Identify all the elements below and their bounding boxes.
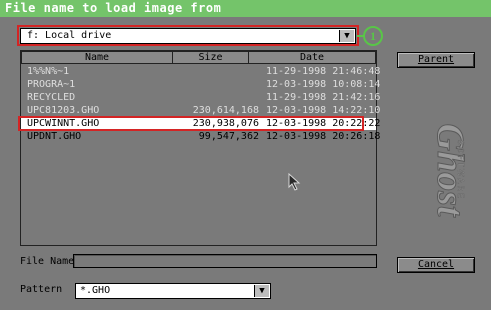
file-name-cell: PROGRA~1: [27, 79, 76, 90]
file-date-cell: 12-03-1998 10:08:14: [266, 79, 381, 90]
title-bar: File name to load image from: [0, 0, 491, 18]
file-name-input[interactable]: [73, 254, 377, 268]
file-date-cell: 11-29-1998 21:46:48: [266, 66, 381, 77]
file-date-cell: 12-03-1998 20:22:22: [266, 118, 381, 129]
parent-button[interactable]: Parent: [397, 52, 475, 68]
callout-marker: 1: [363, 26, 383, 46]
file-size-cell: 99,547,362: [198, 131, 259, 142]
file-list-row[interactable]: 1%%N%~1 11-29-1998 21:46:48: [21, 66, 380, 78]
file-list-row[interactable]: UPCWINNT.GHO 230,938,076 12-03-1998 20:22:…: [21, 118, 380, 130]
file-list[interactable]: Name Size Date 1%%N%~1 11-29-1998 21:46:4…: [20, 50, 380, 246]
file-name-cell: UPCWINNT.GHO: [27, 118, 100, 129]
file-date-cell: 12-03-1998 20:26:18: [266, 131, 381, 142]
chevron-down-icon[interactable]: ▼: [254, 285, 269, 297]
mouse-cursor-icon: [288, 173, 301, 191]
file-list-row[interactable]: RECYCLED 11-29-1998 21:42:16: [21, 92, 380, 104]
drive-value: f: Local drive: [27, 30, 112, 41]
column-header-size[interactable]: Size: [172, 51, 249, 64]
column-header-date[interactable]: Date: [248, 51, 376, 64]
file-date-cell: 11-29-1998 21:42:16: [266, 92, 381, 103]
file-list-row[interactable]: PROGRA~1 12-03-1998 10:08:14: [21, 79, 380, 91]
file-name-cell: UPC81203.GHO: [27, 105, 100, 116]
file-name-label: File Name: [20, 256, 75, 267]
ghost-software-logo: Ghost SOFTWARE: [429, 123, 469, 218]
chevron-down-icon[interactable]: ▼: [339, 30, 354, 42]
file-size-cell: 230,938,076: [192, 118, 259, 129]
file-list-row[interactable]: UPC81203.GHO 230,614,168 12-03-1998 14:22:…: [21, 105, 380, 117]
column-header-name[interactable]: Name: [21, 51, 173, 64]
drive-select[interactable]: f: Local drive ▼: [20, 28, 356, 44]
dialog-title: File name to load image from: [5, 1, 222, 15]
file-list-row[interactable]: UPDNT.GHO 99,547,362 12-03-1998 20:26:18: [21, 131, 380, 143]
file-size-cell: 230,614,168: [192, 105, 259, 116]
file-name-cell: UPDNT.GHO: [27, 131, 82, 142]
logo-subtext: SOFTWARE: [456, 140, 465, 200]
cancel-button[interactable]: Cancel: [397, 257, 475, 273]
file-list-header: Name Size Date: [21, 51, 376, 64]
file-name-cell: 1%%N%~1: [27, 66, 70, 77]
pattern-label: Pattern: [20, 284, 63, 295]
file-name-cell: RECYCLED: [27, 92, 76, 103]
pattern-value: *.GHO: [80, 285, 111, 296]
pattern-select[interactable]: *.GHO ▼: [75, 283, 271, 299]
file-date-cell: 12-03-1998 14:22:10: [266, 105, 381, 116]
